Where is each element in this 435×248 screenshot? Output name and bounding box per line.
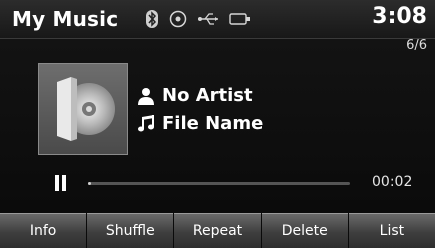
track-count: 6/6 <box>406 38 427 53</box>
info-button[interactable]: Info <box>0 213 87 248</box>
header-bar: My Music 3:08 <box>0 0 435 39</box>
list-button[interactable]: List <box>348 213 435 248</box>
file-name-label: File Name <box>162 113 264 134</box>
progress-fill <box>88 182 91 185</box>
ipod-icon <box>229 12 251 26</box>
shuffle-button[interactable]: Shuffle <box>87 213 174 248</box>
music-note-icon <box>138 114 154 131</box>
artist-row: No Artist <box>136 85 253 106</box>
page-title: My Music <box>12 7 119 31</box>
cd-case-icon <box>57 77 115 141</box>
file-row: File Name <box>136 113 263 134</box>
progress-bar[interactable] <box>88 182 350 185</box>
disc-icon <box>169 10 187 28</box>
music-screen: My Music 3:08 6/6 No Artist File Name 00… <box>0 0 435 248</box>
album-art <box>38 63 128 155</box>
delete-button[interactable]: Delete <box>261 213 348 248</box>
artist-label: No Artist <box>162 85 253 106</box>
clock: 3:08 <box>372 4 427 29</box>
usb-icon <box>197 12 219 26</box>
elapsed-time: 00:02 <box>372 174 413 190</box>
person-icon <box>138 87 154 105</box>
button-bar: Info Shuffle Repeat Delete List <box>0 212 435 248</box>
status-icons <box>145 10 251 28</box>
repeat-button[interactable]: Repeat <box>174 213 261 248</box>
pause-icon[interactable] <box>54 175 68 191</box>
bluetooth-icon <box>145 10 159 28</box>
